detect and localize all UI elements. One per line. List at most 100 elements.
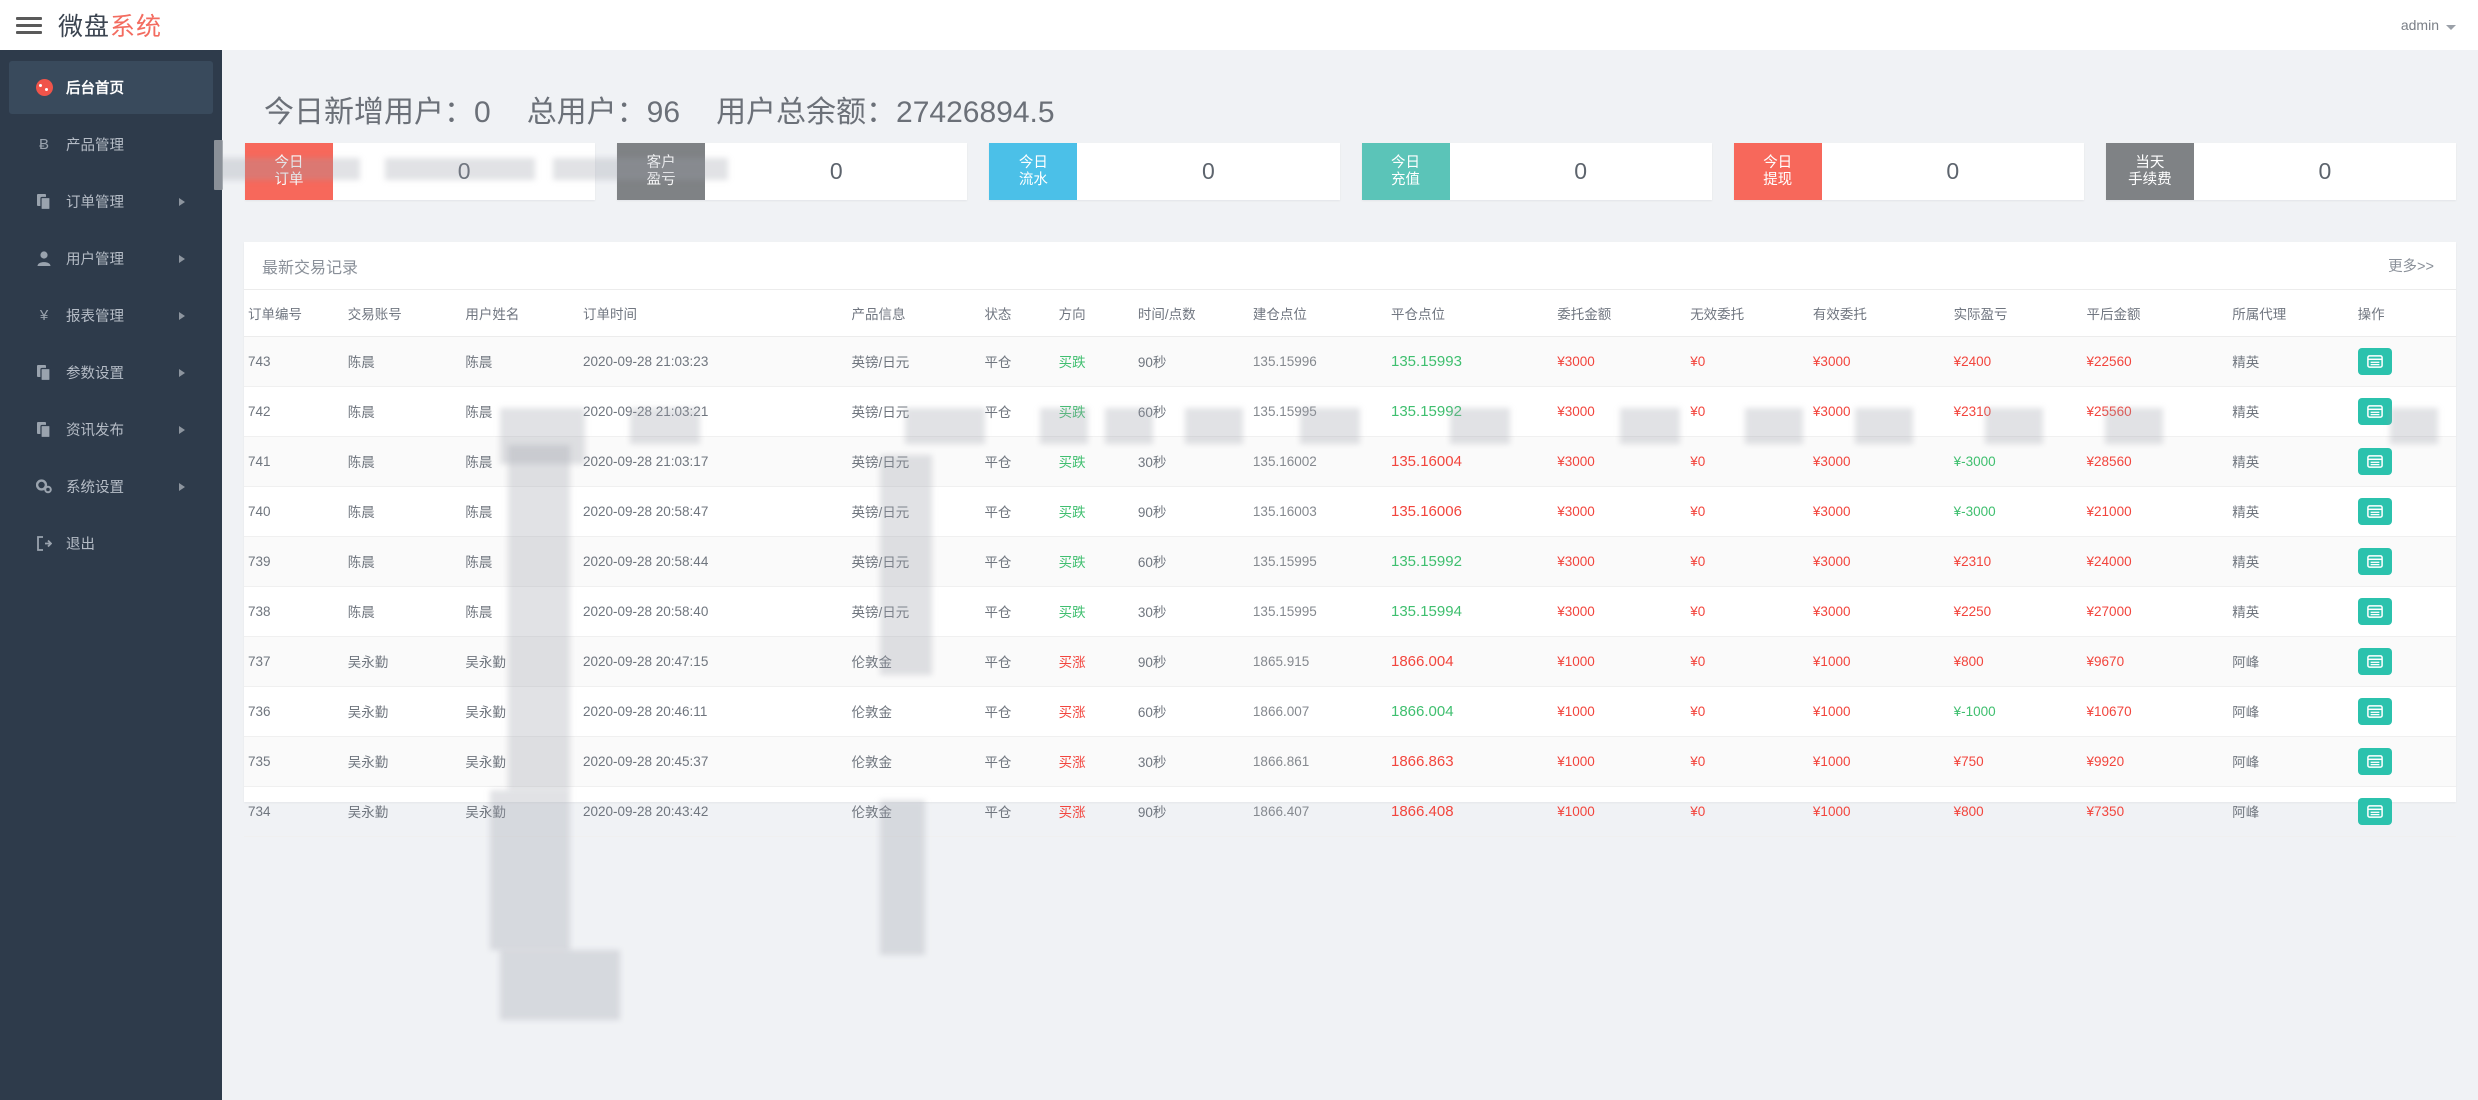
cell-account: 吴永勤: [343, 636, 462, 687]
stat-card-label-line1: 当天: [2135, 154, 2165, 171]
sidebar-item-4[interactable]: ¥ 报表管理: [9, 289, 213, 342]
stat-card-tag: 今日 订单: [245, 143, 333, 200]
cell-time: 2020-09-28 21:03:23: [578, 336, 848, 387]
stat-card-label-line1: 今日: [274, 154, 304, 171]
stat-card-value: 0: [829, 158, 843, 184]
cell-amount: ¥3000: [1553, 386, 1687, 437]
cell-id: 743: [244, 336, 344, 387]
record-card-icon[interactable]: [2357, 547, 2392, 575]
cell-amount: ¥1000: [1553, 736, 1687, 787]
cell-time: 2020-09-28 20:47:15: [578, 636, 848, 687]
sidebar-item-5[interactable]: 参数设置: [9, 346, 213, 399]
cell-agent: 阿峰: [2228, 736, 2354, 787]
cell-amount: ¥3000: [1553, 336, 1687, 387]
cell-name: 吴永勤: [461, 736, 579, 787]
cell-time: 2020-09-28 20:58:47: [578, 486, 848, 537]
table-row[interactable]: 740 陈晨 陈晨 2020-09-28 20:58:47 英镑/日元 平仓 买跌 90秒 13…: [244, 486, 2456, 537]
cell-open: 135.16002: [1248, 436, 1387, 487]
stat-card-label-line2: 订单: [274, 171, 304, 188]
cell-id: 734: [244, 786, 344, 837]
table-row[interactable]: 734 吴永勤 吴永勤 2020-09-28 20:43:42 伦敦金 平仓 买涨 90秒 18…: [244, 786, 2456, 837]
table-row[interactable]: 738 陈晨 陈晨 2020-09-28 20:58:40 英镑/日元 平仓 买跌 30秒 13…: [244, 586, 2456, 637]
stat-card-4[interactable]: 今日 提现 0: [1733, 143, 2084, 200]
sidebar-item-2[interactable]: 订单管理: [9, 175, 213, 228]
sidebar: 后台首页 Ƀ 产品管理 订单管理 用户管理 ¥ 报表管理 参数设置 资讯发布 系统设置 退出: [0, 50, 222, 1100]
record-card-icon[interactable]: [2357, 697, 2392, 725]
table-row[interactable]: 737 吴永勤 吴永勤 2020-09-28 20:47:15 伦敦金 平仓 买涨 90秒 18…: [244, 636, 2456, 687]
stat-total-users: 总用户：96: [526, 96, 681, 129]
cell-agent: 精英: [2228, 386, 2354, 437]
table-row[interactable]: 739 陈晨 陈晨 2020-09-28 20:58:44 英镑/日元 平仓 买跌 60秒 13…: [244, 536, 2456, 587]
cell-agent: 精英: [2228, 586, 2354, 637]
record-card-icon[interactable]: [2357, 497, 2392, 525]
stat-card-1[interactable]: 客户 盈亏 0: [617, 143, 968, 200]
record-card-icon[interactable]: [2357, 397, 2392, 425]
sidebar-item-3[interactable]: 用户管理: [9, 232, 213, 285]
brand-logo[interactable]: 微盘 系统: [58, 7, 162, 43]
record-card-icon[interactable]: [2357, 347, 2392, 375]
user-menu[interactable]: admin: [2401, 17, 2456, 33]
sidebar-item-label: 后台首页: [66, 81, 124, 97]
cell-status: 平仓: [980, 736, 1055, 787]
cell-product: 伦敦金: [847, 736, 981, 787]
cell-close: 135.15993: [1387, 336, 1554, 387]
sidebar-item-7[interactable]: 系统设置: [9, 460, 213, 513]
cell-name: 陈晨: [461, 386, 579, 437]
column-header-6: 方向: [1054, 290, 1134, 337]
stat-card-label-line1: 今日: [1391, 154, 1421, 171]
record-card-icon[interactable]: [2357, 447, 2392, 475]
sidebar-item-1[interactable]: Ƀ 产品管理: [9, 118, 213, 171]
sidebar-item-0[interactable]: 后台首页: [9, 61, 213, 114]
stat-card-label-line2: 充值: [1391, 171, 1421, 188]
table-row[interactable]: 736 吴永勤 吴永勤 2020-09-28 20:46:11 伦敦金 平仓 买涨 60秒 18…: [244, 686, 2456, 737]
table-header-row: 订单编号 交易账号 用户姓名 订单时间 产品信息 状态 方向 时间/点数 建仓点位 平仓点位 委托金…: [244, 290, 2456, 337]
table-row[interactable]: 743 陈晨 陈晨 2020-09-28 21:03:23 英镑/日元 平仓 买跌 90秒 13…: [244, 336, 2456, 387]
chevron-right-icon: [179, 311, 185, 320]
table-row[interactable]: 735 吴永勤 吴永勤 2020-09-28 20:45:37 伦敦金 平仓 买涨 30秒 18…: [244, 736, 2456, 787]
column-header-16: 操作: [2353, 290, 2456, 337]
gear-icon: [33, 479, 55, 494]
stat-card-value: 0: [2318, 158, 2332, 184]
record-card-icon[interactable]: [2357, 597, 2392, 625]
cell-valid: ¥3000: [1808, 436, 1950, 487]
stat-card-2[interactable]: 今日 流水 0: [989, 143, 1340, 200]
cell-direction: 买涨: [1054, 636, 1134, 687]
table-row[interactable]: 742 陈晨 陈晨 2020-09-28 21:03:21 英镑/日元 平仓 买跌 60秒 13…: [244, 386, 2456, 437]
stat-card-5[interactable]: 当天 手续费 0: [2105, 143, 2457, 200]
cell-status: 平仓: [980, 336, 1055, 387]
cell-operation: [2353, 486, 2456, 537]
cell-status: 平仓: [980, 686, 1055, 737]
column-header-15: 所属代理: [2228, 290, 2354, 337]
cell-product: 伦敦金: [847, 686, 981, 737]
cell-time: 2020-09-28 21:03:17: [578, 436, 848, 487]
sidebar-scrollbar-thumb[interactable]: [214, 140, 223, 190]
sidebar-item-6[interactable]: 资讯发布: [9, 403, 213, 456]
more-link[interactable]: 更多>>: [2388, 255, 2434, 276]
record-card-icon[interactable]: [2357, 647, 2392, 675]
stat-card-tag: 今日 提现: [1733, 143, 1822, 200]
cell-valid: ¥3000: [1808, 536, 1950, 587]
sidebar-item-8[interactable]: 退出: [9, 517, 213, 570]
cell-balance: ¥25560: [2082, 386, 2229, 437]
cell-status: 平仓: [980, 636, 1055, 687]
hamburger-icon[interactable]: [16, 14, 42, 36]
cell-operation: [2353, 636, 2456, 687]
cell-id: 740: [244, 486, 344, 537]
table-row[interactable]: 741 陈晨 陈晨 2020-09-28 21:03:17 英镑/日元 平仓 买跌 30秒 13…: [244, 436, 2456, 487]
cell-open: 1866.407: [1248, 786, 1387, 837]
table-body: 743 陈晨 陈晨 2020-09-28 21:03:23 英镑/日元 平仓 买跌 90秒 13…: [244, 336, 2456, 837]
record-card-icon[interactable]: [2357, 747, 2392, 775]
cell-operation: [2353, 586, 2456, 637]
stat-card-0[interactable]: 今日 订单 0: [245, 143, 596, 200]
panel-header: 最新交易记录 更多>>: [244, 242, 2456, 290]
sidebar-item-label: 报表管理: [66, 309, 124, 325]
record-card-icon[interactable]: [2357, 797, 2392, 825]
cell-name: 陈晨: [461, 436, 579, 487]
cell-open: 1866.007: [1248, 686, 1387, 737]
stat-card-label-line2: 提现: [1763, 171, 1793, 188]
cell-account: 陈晨: [343, 386, 462, 437]
stat-card-3[interactable]: 今日 充值 0: [1361, 143, 1712, 200]
logout-icon: [33, 536, 55, 551]
column-header-8: 建仓点位: [1248, 290, 1387, 337]
cell-account: 陈晨: [343, 336, 462, 387]
